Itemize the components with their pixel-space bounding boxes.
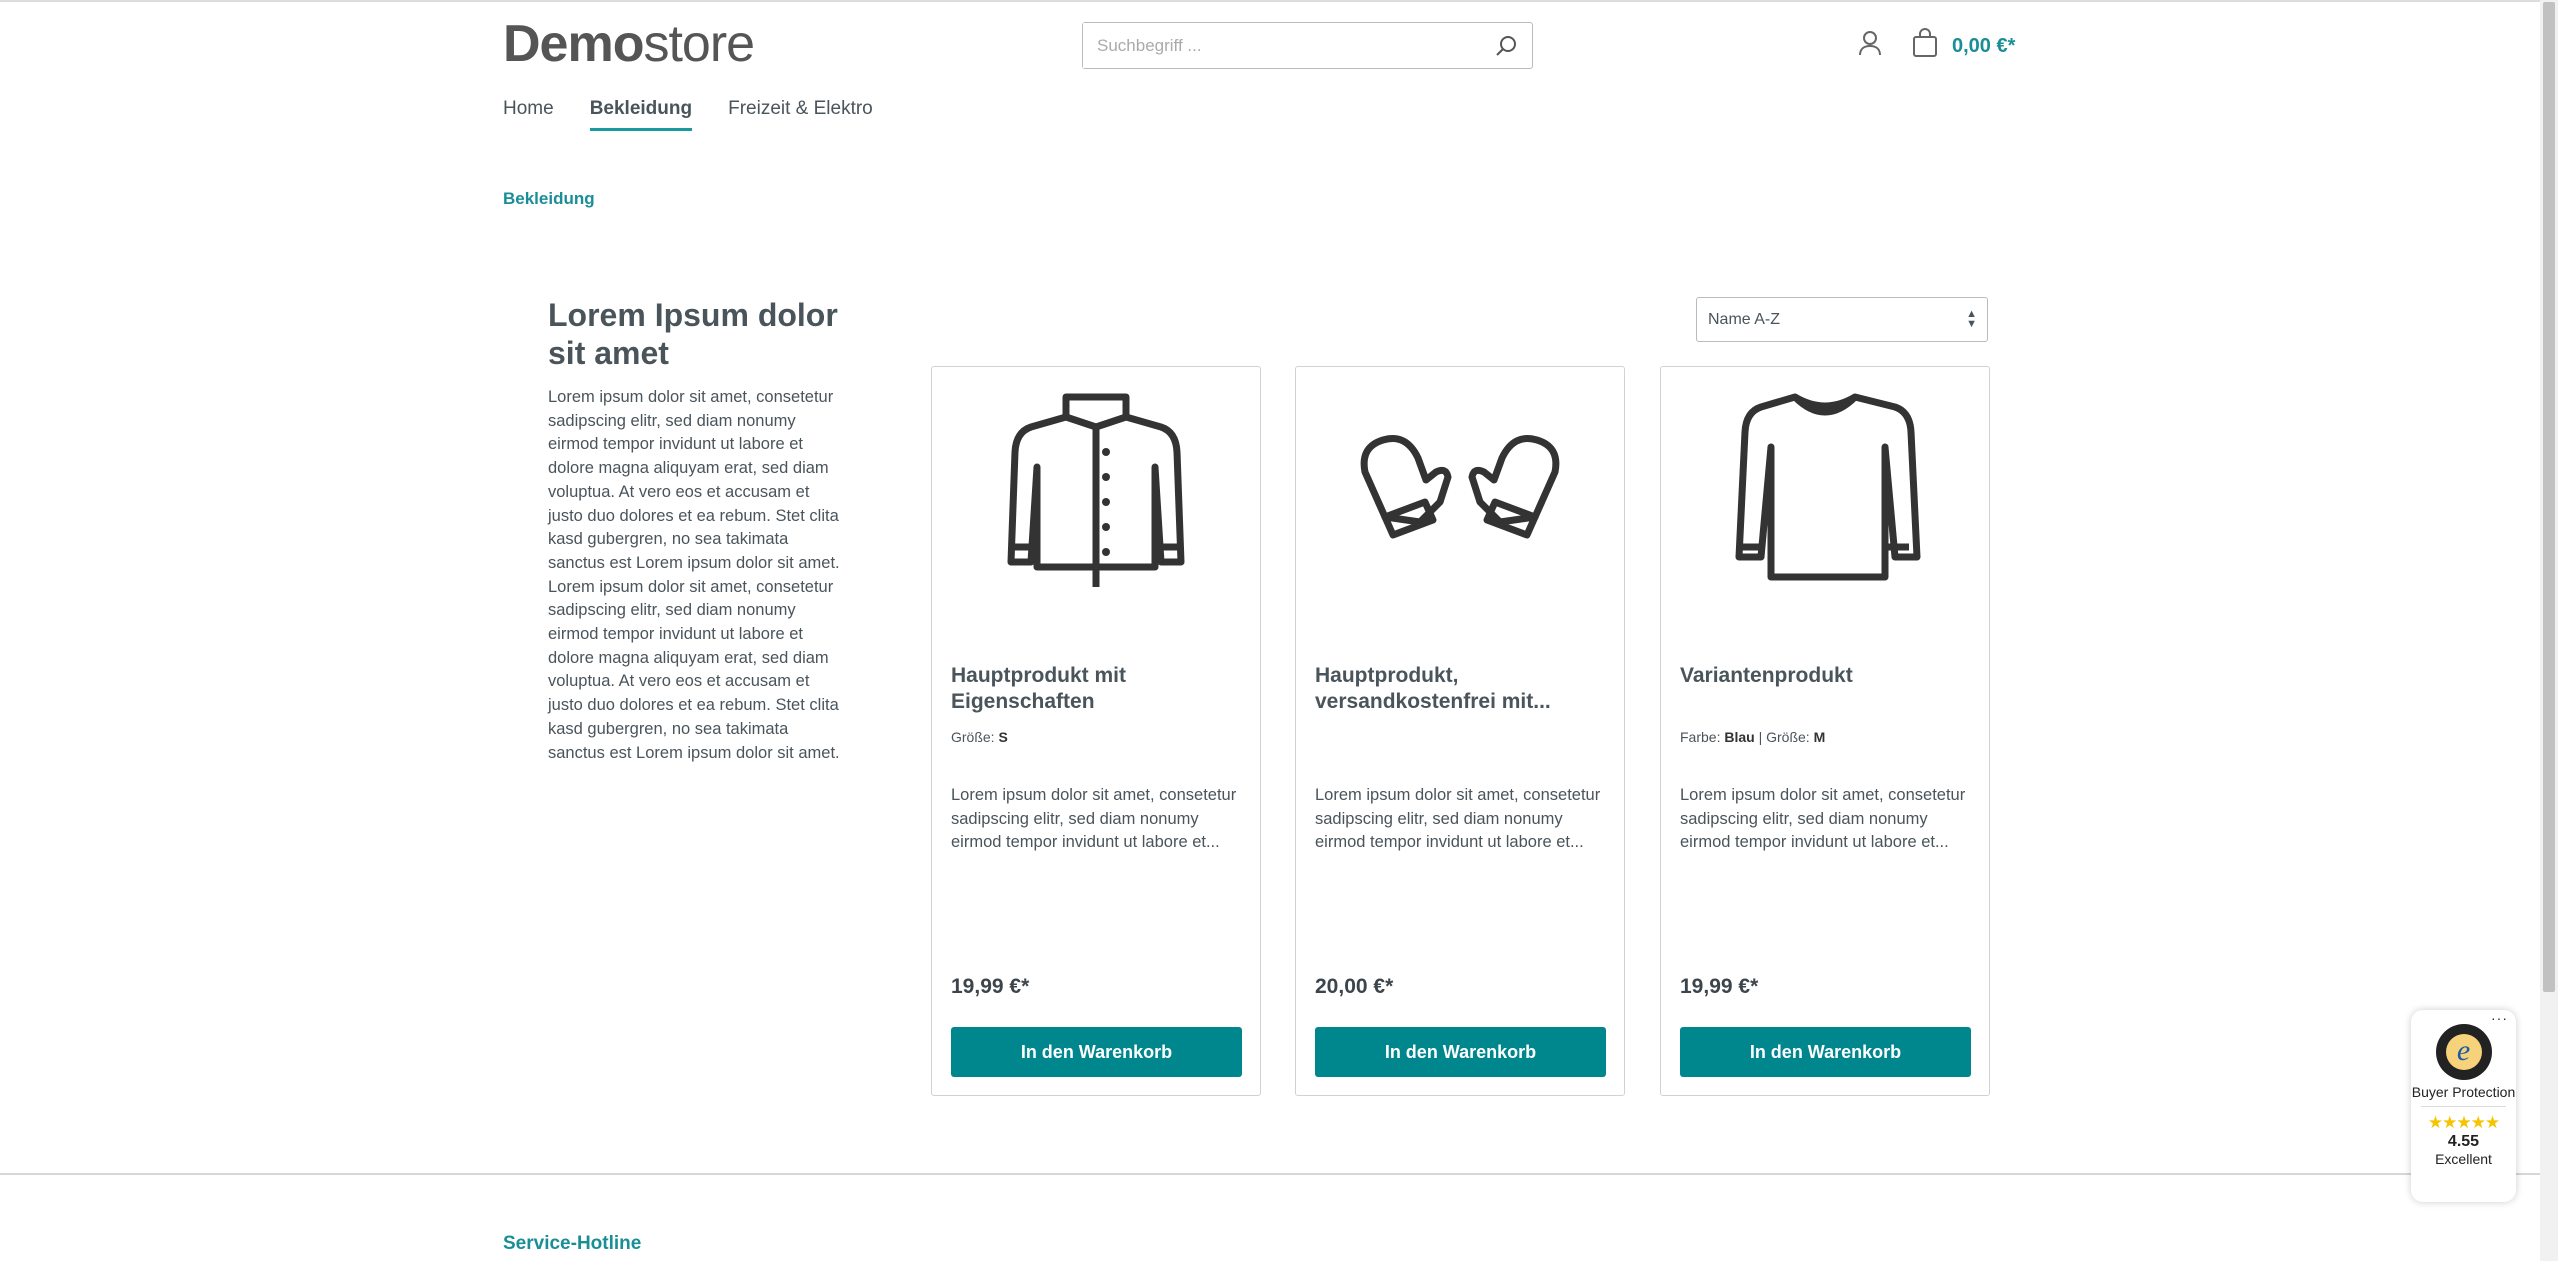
jacket-icon[interactable] bbox=[932, 387, 1260, 587]
top-border bbox=[0, 0, 2540, 2]
product-title[interactable]: Hauptprodukt, versandkostenfrei mit... bbox=[1315, 663, 1605, 715]
product-description: Lorem ipsum dolor sit amet, consetetur s… bbox=[1680, 786, 1966, 852]
scrollbar[interactable] bbox=[2540, 0, 2558, 1261]
product-price: 20,00 €* bbox=[1315, 975, 1394, 998]
product-card: Variantenprodukt Farbe: Blau | Größe: M … bbox=[1660, 366, 1990, 1096]
product-variant: Farbe: Blau | Größe: M bbox=[1680, 729, 1826, 745]
search-input[interactable] bbox=[1083, 23, 1473, 68]
product-title[interactable]: Hauptprodukt mit Eigenschaften bbox=[951, 663, 1241, 715]
add-to-cart-button[interactable]: In den Warenkorb bbox=[1315, 1027, 1606, 1077]
rating-stars-icon: ★★★★★ bbox=[2427, 1113, 2500, 1132]
product-variant: Größe: S bbox=[951, 729, 1008, 745]
logo-bold: Demo bbox=[503, 15, 644, 73]
category-text: Lorem ipsum dolor sit amet, consetetur s… bbox=[548, 388, 840, 762]
add-to-cart-button[interactable]: In den Warenkorb bbox=[1680, 1027, 1971, 1077]
mittens-icon[interactable] bbox=[1296, 387, 1624, 587]
search-bar bbox=[1082, 22, 1533, 69]
variant-label: Farbe: bbox=[1680, 729, 1721, 745]
product-description: Lorem ipsum dolor sit amet, consetetur s… bbox=[951, 786, 1237, 852]
nav-item-freizeit-elektro[interactable]: Freizeit & Elektro bbox=[728, 98, 873, 131]
variant-value: S bbox=[998, 729, 1008, 745]
more-icon[interactable]: ··· bbox=[2491, 1010, 2508, 1026]
nav-item-home[interactable]: Home bbox=[503, 98, 554, 131]
rating-label: Excellent bbox=[2435, 1151, 2492, 1167]
main-nav: Home Bekleidung Freizeit & Elektro bbox=[503, 98, 873, 131]
logo[interactable]: Demostore bbox=[503, 14, 755, 74]
trusted-shops-seal-icon: e bbox=[2435, 1024, 2492, 1080]
category-title: Lorem Ipsum dolor sit amet bbox=[548, 297, 838, 371]
product-card: Hauptprodukt, versandkostenfrei mit... L… bbox=[1295, 366, 1625, 1096]
trusted-shops-badge[interactable]: ··· e Buyer Protection ★★★★★ 4.55 Excell… bbox=[2411, 1010, 2516, 1202]
cart-total: 0,00 €* bbox=[1952, 34, 2016, 57]
product-card: Hauptprodukt mit Eigenschaften Größe: S … bbox=[931, 366, 1261, 1096]
footer-divider bbox=[0, 1173, 2540, 1175]
select-arrows-icon: ▲ ▼ bbox=[1966, 308, 1977, 330]
variant-value: Blau bbox=[1724, 729, 1755, 745]
search-icon[interactable] bbox=[1494, 34, 1518, 63]
product-price: 19,99 €* bbox=[951, 975, 1030, 998]
variant-label: Größe: bbox=[951, 729, 995, 745]
footer-hotline-heading: Service-Hotline bbox=[503, 1233, 642, 1254]
add-to-cart-button[interactable]: In den Warenkorb bbox=[951, 1027, 1242, 1077]
variant-value: M bbox=[1813, 729, 1826, 745]
badge-divider bbox=[2421, 1106, 2506, 1107]
product-price: 19,99 €* bbox=[1680, 975, 1759, 998]
logo-light: store bbox=[643, 15, 755, 73]
product-description: Lorem ipsum dolor sit amet, consetetur s… bbox=[1315, 786, 1601, 852]
sort-selected: Name A-Z bbox=[1708, 311, 1781, 328]
variant-label: Größe: bbox=[1766, 729, 1810, 745]
buyer-protection-label: Buyer Protection bbox=[2411, 1084, 2516, 1100]
rating-score: 4.55 bbox=[2447, 1133, 2480, 1150]
account-icon[interactable] bbox=[1858, 30, 1882, 61]
breadcrumb[interactable]: Bekleidung bbox=[503, 189, 595, 209]
sweater-icon[interactable] bbox=[1661, 387, 1989, 587]
category-description: Lorem Ipsum dolor sit amet Lorem ipsum d… bbox=[548, 296, 848, 765]
cart-icon bbox=[1912, 28, 1938, 64]
product-title[interactable]: Variantenprodukt bbox=[1680, 663, 1970, 689]
nav-item-bekleidung[interactable]: Bekleidung bbox=[589, 98, 693, 131]
cart-button[interactable]: 0,00 €* bbox=[1912, 28, 2015, 64]
sort-select[interactable]: Name A-Z ▲ ▼ bbox=[1696, 297, 1988, 342]
scrollbar-thumb[interactable] bbox=[2543, 2, 2555, 992]
